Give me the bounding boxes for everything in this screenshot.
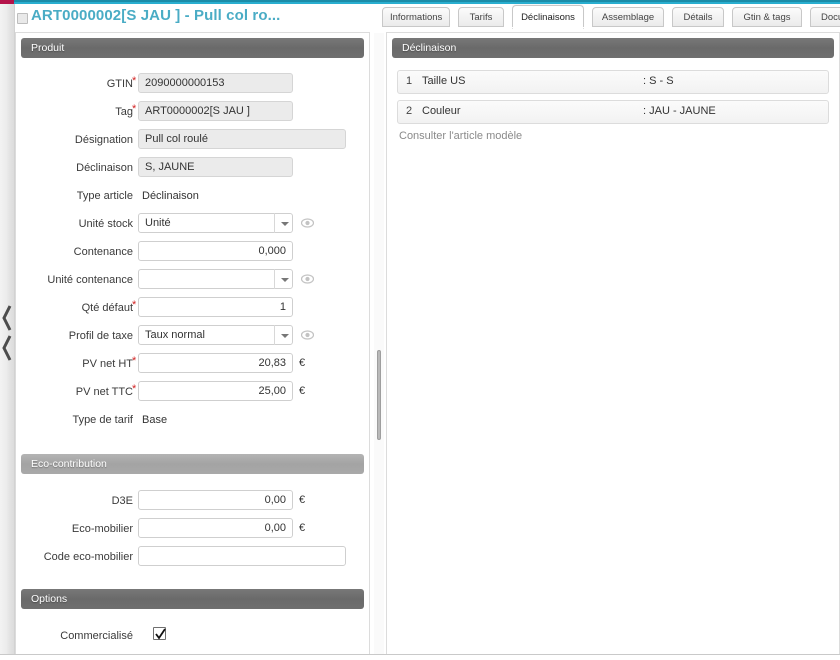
tab-d-clinaisons[interactable]: Déclinaisons xyxy=(512,5,584,29)
row-index: 2 xyxy=(406,105,413,117)
form-row-declinaison: Déclinaison S, JAUNE xyxy=(16,157,369,185)
row-value: : S - S xyxy=(643,75,674,87)
form-row-gtin: GTIN * 2090000000153 xyxy=(16,73,369,101)
accent-strip-dark xyxy=(0,0,840,2)
form-row-d3e: D3E 0,00 € xyxy=(16,490,369,518)
chevron-down-icon[interactable] xyxy=(274,269,293,289)
input-code-eco-mobilier[interactable] xyxy=(138,546,346,566)
label-declinaison: Déclinaison xyxy=(76,162,133,174)
label-qte-defaut: Qté défaut xyxy=(81,302,133,314)
label-commercialise: Commercialisé xyxy=(60,630,133,642)
form-row-profil-de-taxe: Profil de taxe Taux normal xyxy=(16,325,369,353)
required-marker: * xyxy=(132,75,137,87)
window-footer xyxy=(0,654,840,660)
label-pv-net-ttc: PV net TTC xyxy=(75,386,133,398)
row-value: : JAU - JAUNE xyxy=(643,105,716,117)
section-header-produit: Produit xyxy=(21,38,364,58)
page-title: ART0000002[S JAU ] - Pull col ro... xyxy=(31,7,281,24)
chevron-down-icon[interactable] xyxy=(274,325,293,345)
value-type-de-tarif: Base xyxy=(142,414,168,426)
label-eco-mobilier: Eco-mobilier xyxy=(71,523,133,535)
unit-pv-net-ttc: € xyxy=(299,385,306,397)
tab-d-tails[interactable]: Détails xyxy=(672,7,724,27)
tab-baseline xyxy=(380,27,840,28)
input-designation[interactable]: Pull col roulé xyxy=(138,129,346,149)
panel-splitter[interactable] xyxy=(0,4,15,660)
form-row-designation: Désignation Pull col roulé xyxy=(16,129,369,157)
label-type-article: Type article xyxy=(76,190,133,202)
form-row-contenance: Contenance 0,000 xyxy=(16,241,369,269)
required-marker: * xyxy=(132,299,137,311)
section-header-options: Options xyxy=(21,589,364,609)
left-panel-scrollbar-thumb[interactable] xyxy=(377,350,381,440)
input-pv-net-ht[interactable]: 20,83 xyxy=(138,353,293,373)
form-row-type-article: Type article Déclinaison xyxy=(16,185,369,213)
value-type-article: Déclinaison xyxy=(142,190,199,202)
input-profil-de-taxe[interactable]: Taux normal xyxy=(138,325,293,345)
application-window: ART0000002[S JAU ] - Pull col ro... Info… xyxy=(0,0,840,660)
form-row-qte-defaut: Qté défaut * 1 xyxy=(16,297,369,325)
input-unite-stock[interactable]: Unité xyxy=(138,213,293,233)
left-panel-scrollbar-track[interactable] xyxy=(374,33,384,657)
label-unite-contenance: Unité contenance xyxy=(47,274,133,286)
chevron-down-icon[interactable] xyxy=(274,213,293,233)
input-qte-defaut[interactable]: 1 xyxy=(138,297,293,317)
section-header-eco-contribution: Eco-contribution xyxy=(21,454,364,474)
input-tag[interactable]: ART0000002[S JAU ] xyxy=(138,101,293,121)
row-label: Taille US xyxy=(422,75,466,87)
required-marker: * xyxy=(132,383,137,395)
declinaison-row[interactable]: 1 Taille US : S - S xyxy=(397,70,829,94)
required-marker: * xyxy=(132,103,137,115)
input-unite-contenance[interactable] xyxy=(138,269,293,289)
label-type-de-tarif: Type de tarif xyxy=(72,414,133,426)
unit-d3e: € xyxy=(299,494,306,506)
collapse-handle-icon[interactable] xyxy=(1,304,13,364)
form-row-pv-net-ht: PV net HT * 20,83 € xyxy=(16,353,369,381)
left-panel: Produit GTIN * 2090000000153 Tag * ART0000002[… xyxy=(15,32,370,660)
label-unite-stock: Unité stock xyxy=(78,218,133,230)
label-pv-net-ht: PV net HT xyxy=(82,358,133,370)
window-titlebar: ART0000002[S JAU ] - Pull col ro... xyxy=(15,4,375,32)
eye-icon[interactable] xyxy=(300,330,315,340)
row-index: 1 xyxy=(406,75,413,87)
eye-icon[interactable] xyxy=(300,274,315,284)
row-label: Couleur xyxy=(422,105,461,117)
required-marker: * xyxy=(132,355,137,367)
input-pv-net-ttc[interactable]: 25,00 xyxy=(138,381,293,401)
label-designation: Désignation xyxy=(74,134,133,146)
label-tag: Tag xyxy=(115,106,133,118)
tab-gtin-tags[interactable]: Gtin & tags xyxy=(732,7,802,27)
form-row-type-de-tarif: Type de tarif Base xyxy=(16,409,369,437)
label-d3e: D3E xyxy=(111,495,133,507)
form-row-tag: Tag * ART0000002[S JAU ] xyxy=(16,101,369,129)
tab-tarifs[interactable]: Tarifs xyxy=(458,7,504,27)
input-d3e[interactable]: 0,00 xyxy=(138,490,293,510)
unit-eco-mobilier: € xyxy=(299,522,306,534)
label-code-eco-mobilier: Code eco-mobilier xyxy=(43,551,133,563)
declinaison-section-header: Déclinaison xyxy=(392,38,834,58)
eye-icon[interactable] xyxy=(300,218,315,228)
checkbox-commercialise[interactable] xyxy=(153,627,166,640)
input-declinaison[interactable]: S, JAUNE xyxy=(138,157,293,177)
form-row-eco-mobilier: Eco-mobilier 0,00 € xyxy=(16,518,369,546)
unit-pv-net-ht: € xyxy=(299,357,306,369)
right-panel: Déclinaison 1 Taille US : S - S 2 Couleur : J… xyxy=(386,32,840,659)
tab-documents[interactable]: Documents xyxy=(810,7,840,27)
label-profil-de-taxe: Profil de taxe xyxy=(68,330,133,342)
input-contenance[interactable]: 0,000 xyxy=(138,241,293,261)
consulter-article-modele-link[interactable]: Consulter l'article modèle xyxy=(399,130,839,142)
title-checkbox[interactable] xyxy=(17,13,28,24)
input-eco-mobilier[interactable]: 0,00 xyxy=(138,518,293,538)
declinaison-row[interactable]: 2 Couleur : JAU - JAUNE xyxy=(397,100,829,124)
tab-assemblage[interactable]: Assemblage xyxy=(592,7,664,27)
form-row-pv-net-ttc: PV net TTC * 25,00 € xyxy=(16,381,369,409)
input-gtin[interactable]: 2090000000153 xyxy=(138,73,293,93)
label-contenance: Contenance xyxy=(73,246,133,258)
form-row-commercialise: Commercialisé xyxy=(16,625,369,655)
label-gtin: GTIN xyxy=(106,78,133,90)
tab-informations[interactable]: Informations xyxy=(382,7,450,27)
form-row-unite-stock: Unité stock Unité xyxy=(16,213,369,241)
form-row-unite-contenance: Unité contenance xyxy=(16,269,369,297)
form-row-code-eco-mobilier: Code eco-mobilier xyxy=(16,546,369,574)
